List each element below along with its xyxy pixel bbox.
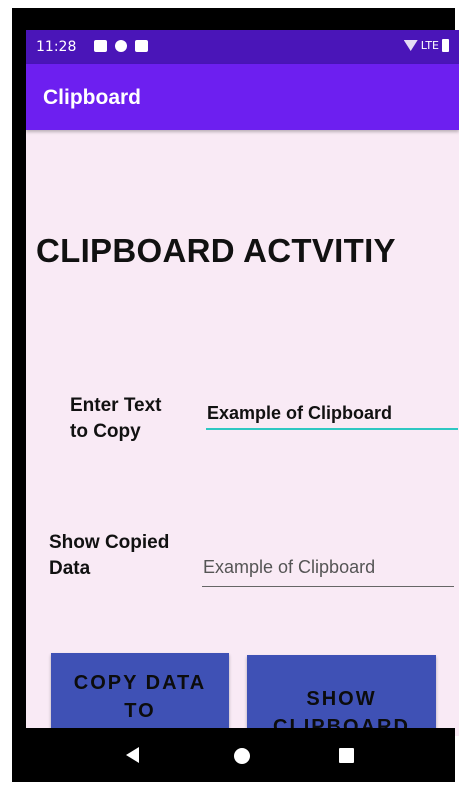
show-clipboard-button[interactable]: SHOW CLIPBOARD	[247, 655, 436, 736]
status-right: LTE	[403, 39, 449, 52]
phone-frame: 11:28 LTE Clipboard CLIPBOARD ACTVITIY E…	[12, 8, 459, 782]
wifi-icon	[403, 40, 418, 51]
page-title: CLIPBOARD ACTVITIY	[36, 232, 396, 269]
show-copied-label: Show Copied Data	[49, 532, 170, 579]
status-time: 11:28	[36, 39, 77, 55]
recents-icon[interactable]	[339, 748, 354, 763]
app-bar: Clipboard	[26, 64, 459, 130]
battery-icon	[442, 39, 449, 52]
pocket-icon	[115, 40, 127, 52]
navigation-bar	[12, 728, 455, 782]
message-icon	[94, 40, 107, 52]
copy-text-input[interactable]	[206, 398, 458, 430]
screen: 11:28 LTE Clipboard CLIPBOARD ACTVITIY E…	[26, 30, 459, 736]
notification-icons	[94, 40, 148, 52]
sd-card-icon	[135, 40, 148, 52]
home-icon[interactable]	[234, 748, 250, 764]
back-icon[interactable]	[126, 747, 139, 763]
status-bar: 11:28 LTE	[26, 30, 459, 64]
enter-text-label: Enter Text to Copy	[70, 395, 162, 442]
app-title: Clipboard	[43, 86, 141, 109]
network-type: LTE	[420, 39, 439, 52]
copied-data-field: Example of Clipboard	[202, 551, 454, 587]
copy-to-clipboard-button[interactable]: COPY DATA TO CLIPBOARD	[51, 653, 229, 736]
